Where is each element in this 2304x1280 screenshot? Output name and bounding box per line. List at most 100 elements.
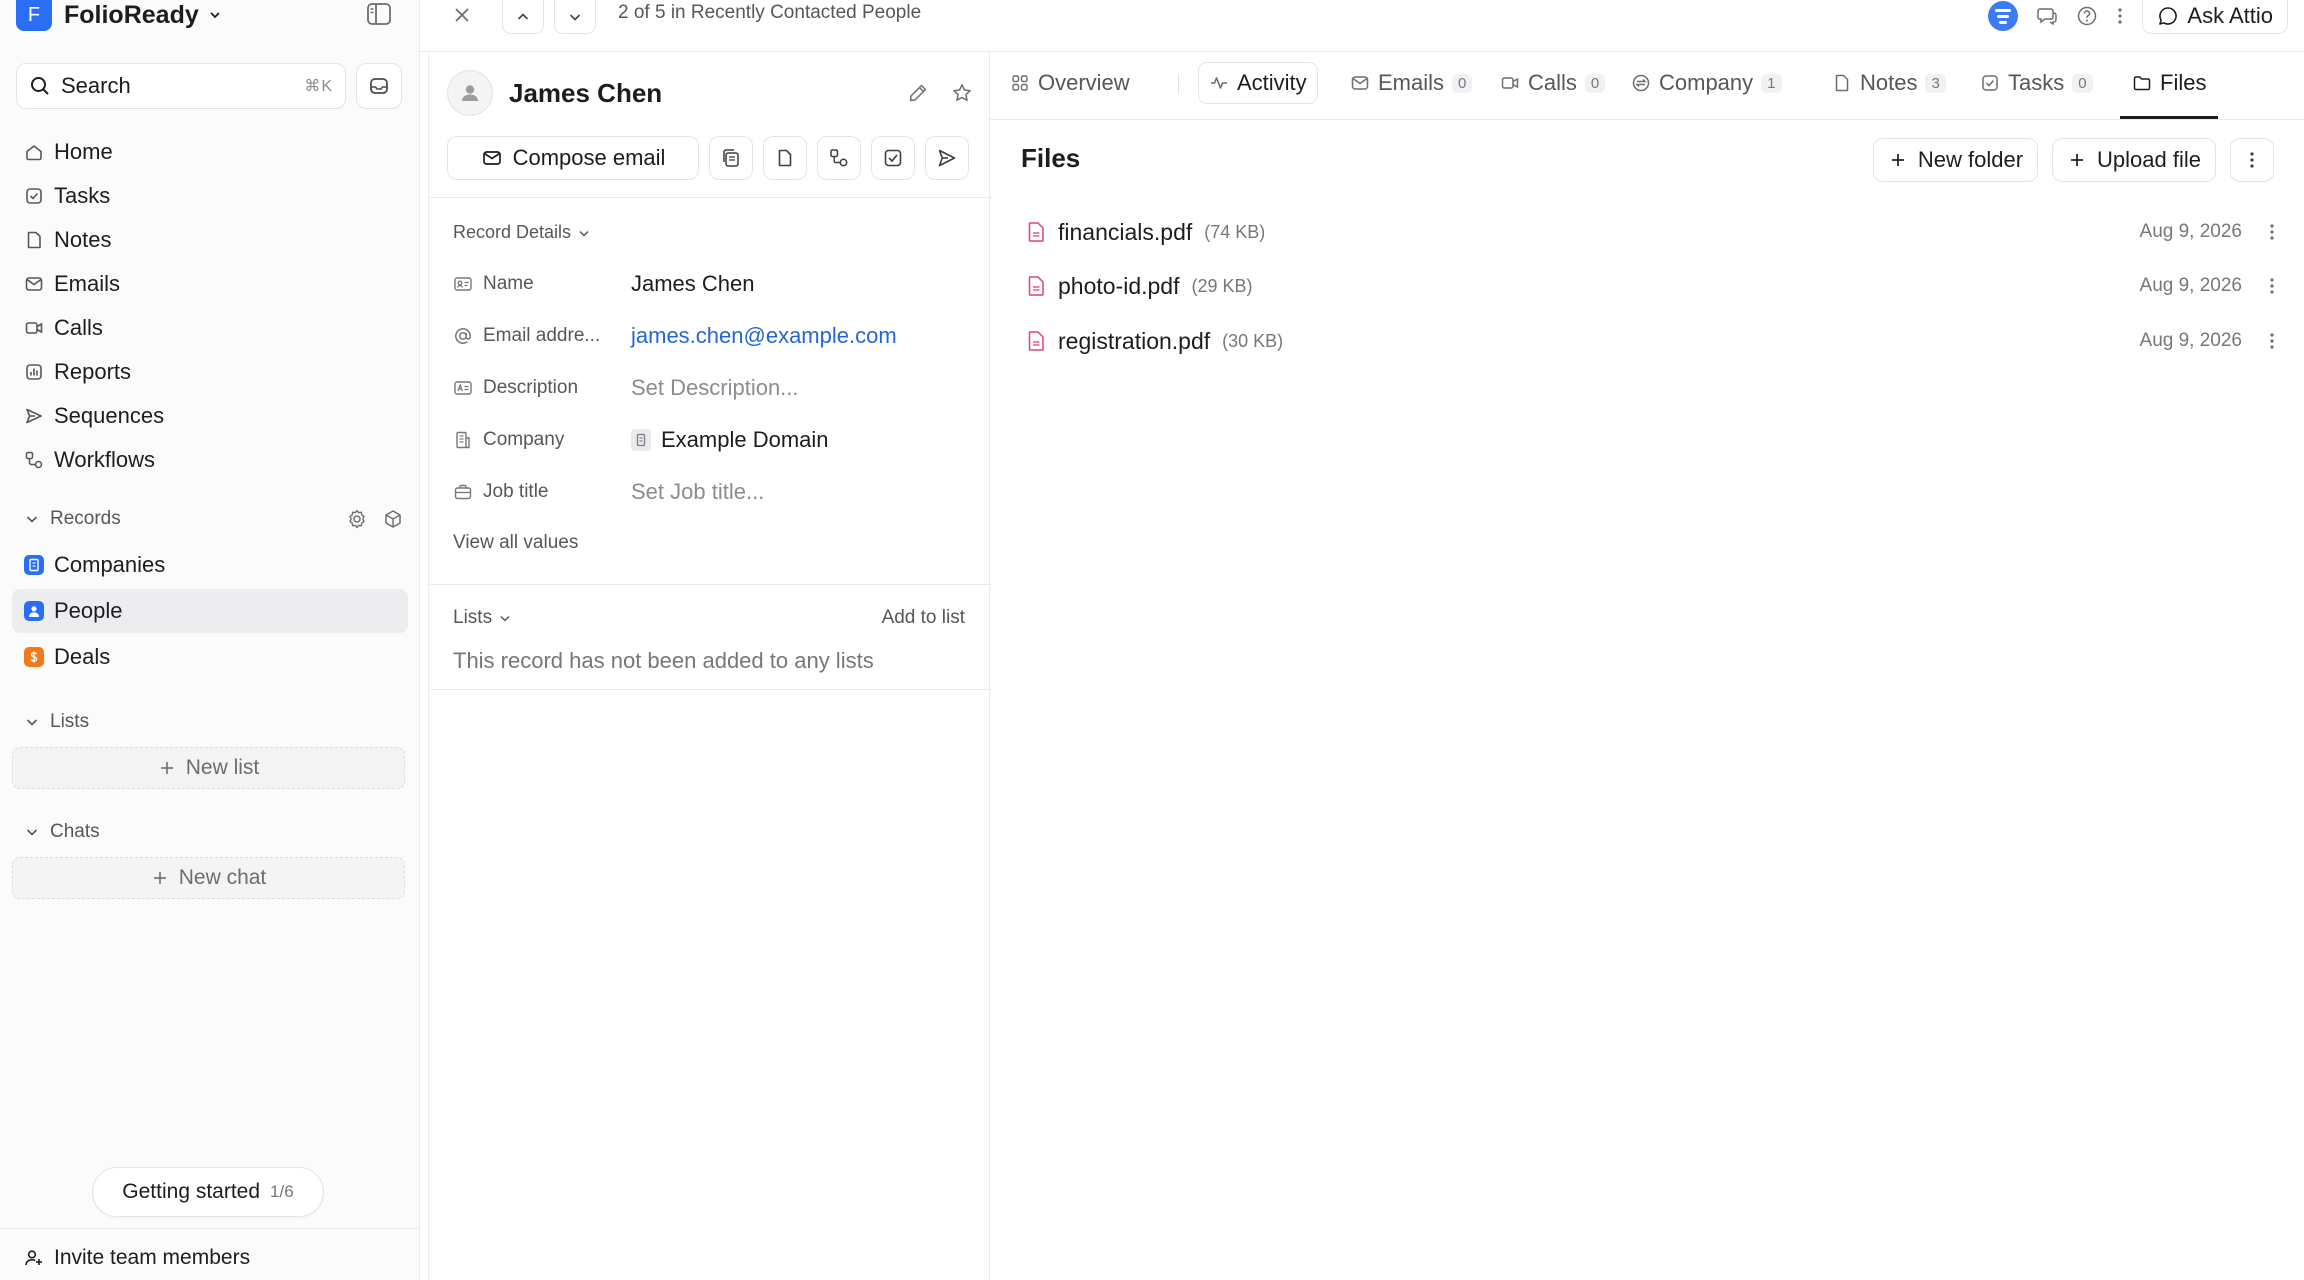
more-options-icon[interactable] [2116,5,2124,27]
email-link[interactable]: james.chen@example.com [631,323,897,349]
tab-calls[interactable]: Calls 0 [1490,62,1615,104]
plus-icon [153,872,166,884]
star-icon[interactable] [951,82,973,104]
more-options-icon[interactable] [2268,275,2276,297]
upload-file-button[interactable]: Upload file [2052,138,2216,182]
file-size: (29 KB) [1191,275,1253,296]
search-icon [29,75,51,97]
tab-activity[interactable]: Activity [1198,62,1318,104]
more-options-icon[interactable] [2268,221,2276,243]
pdf-file-icon [1028,276,1044,296]
nav-home[interactable]: Home [12,130,408,174]
calls-count: 0 [1584,73,1606,93]
record-deals[interactable]: Deals [12,635,408,679]
new-chat-button[interactable]: New chat [12,857,405,899]
lists-toggle[interactable]: Lists [453,607,512,629]
nav-workflows[interactable]: Workflows [12,438,408,482]
workflow-icon [830,149,848,167]
nav-emails[interactable]: Emails [12,262,408,306]
more-options-icon [2250,152,2254,168]
add-object-cube-icon[interactable] [382,508,404,530]
tab-overview[interactable]: Overview [1000,62,1140,104]
record-people[interactable]: People [12,589,408,633]
comments-icon[interactable] [2036,5,2058,27]
record-companies[interactable]: Companies [12,543,408,587]
chat-bubble-icon [2159,6,2178,25]
lists-section-header[interactable]: Lists [24,707,404,737]
workflow-icon [25,451,43,469]
notes-count: 3 [1925,73,1946,93]
add-note-button[interactable] [763,136,807,180]
settings-gear-icon[interactable] [346,508,368,530]
record-tabs: Overview Activity Emails 0 Calls 0 Compa… [990,52,2304,120]
folder-icon [2133,76,2151,91]
tab-emails[interactable]: Emails 0 [1340,62,1482,104]
invite-team-button[interactable]: Invite team members [24,1246,250,1270]
mail-icon [25,277,43,291]
mail-icon [1351,76,1369,90]
nav-reports[interactable]: Reports [12,350,408,394]
close-record-button[interactable] [452,0,472,30]
nav-tasks[interactable]: Tasks [12,174,408,218]
person-avatar[interactable] [447,70,493,116]
more-options-icon[interactable] [2268,330,2276,352]
inbox-button[interactable] [356,63,402,109]
user-avatar[interactable] [1988,1,2019,31]
nav-notes[interactable]: Notes [12,218,408,262]
workflow-button[interactable] [817,136,861,180]
tab-files[interactable]: Files [2122,62,2216,104]
chevron-down-icon [207,7,223,23]
files-more-button[interactable] [2230,138,2274,182]
tab-tasks[interactable]: Tasks 0 [1970,62,2103,104]
field-name[interactable]: Name James Chen [453,264,973,304]
copy-record-button[interactable] [709,136,753,180]
field-company[interactable]: Company Example Domain [453,420,973,460]
edit-pencil-icon[interactable] [907,82,929,104]
field-job-title[interactable]: Job title Set Job title... [453,472,973,512]
file-row[interactable]: financials.pdf (74 KB) Aug 9, 2026 [1026,214,2276,250]
getting-started-progress: 1/6 [270,1182,294,1201]
deals-icon [24,647,44,667]
send-sequence-button[interactable] [925,136,969,180]
next-record-button[interactable] [554,0,596,34]
records-section-header[interactable]: Records [24,504,404,534]
add-to-list-button[interactable]: Add to list [882,607,965,629]
briefcase-icon [454,484,472,500]
new-folder-button[interactable]: New folder [1872,138,2039,182]
previous-record-button[interactable] [502,0,544,34]
company-value[interactable]: Example Domain [661,427,829,453]
nav-sequences[interactable]: Sequences [12,394,408,438]
workspace-switcher[interactable]: F FolioReady [16,0,223,31]
record-title: James Chen [509,77,663,108]
note-icon [27,231,41,249]
workspace-name: FolioReady [64,0,199,29]
people-icon [24,601,44,621]
field-email[interactable]: Email addre... james.chen@example.com [453,316,973,356]
view-all-values-link[interactable]: View all values [453,532,578,554]
video-icon [25,322,43,334]
help-icon[interactable] [2076,5,2098,27]
sidebar-toggle-icon[interactable] [366,2,392,26]
compose-email-button[interactable]: Compose email [447,136,699,180]
file-row[interactable]: photo-id.pdf (29 KB) Aug 9, 2026 [1026,268,2276,304]
search-input[interactable]: Search ⌘K [16,63,346,109]
file-row[interactable]: registration.pdf (30 KB) Aug 9, 2026 [1026,323,2276,359]
ask-attio-button[interactable]: Ask Attio [2142,0,2288,34]
chevron-down-icon [569,13,581,21]
add-task-button[interactable] [871,136,915,180]
pdf-file-icon [1028,222,1044,242]
tab-company[interactable]: Company 1 [1621,62,1792,104]
record-details-toggle[interactable]: Record Details [453,222,591,243]
tab-notes[interactable]: Notes 3 [1822,62,1956,104]
plus-icon [2071,154,2084,166]
chevron-down-icon [26,829,38,836]
chats-section-header[interactable]: Chats [24,817,404,847]
name-value: James Chen [631,271,755,296]
new-list-button[interactable]: New list [12,747,405,789]
field-description[interactable]: Description Set Description... [453,368,973,408]
getting-started-button[interactable]: Getting started 1/6 [92,1167,324,1217]
close-icon [455,8,469,22]
company-chip-icon [631,429,651,451]
task-check-icon [1982,75,1998,91]
nav-calls[interactable]: Calls [12,306,408,350]
